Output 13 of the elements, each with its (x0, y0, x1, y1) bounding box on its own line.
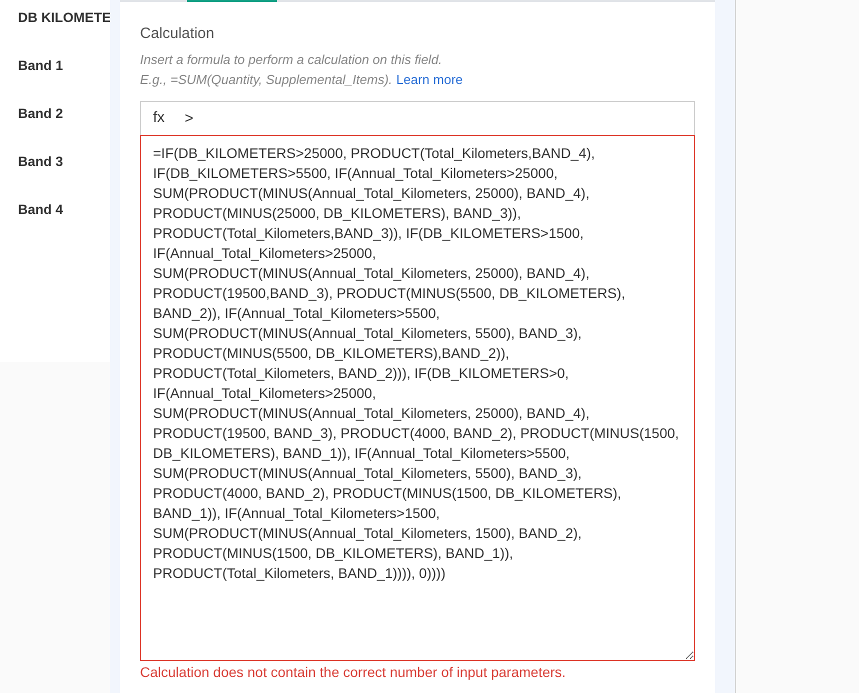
example-text: E.g., =SUM(Quantity, Supplemental_Items). (140, 71, 392, 89)
field-label: Band 4 (18, 201, 64, 219)
section-title: Calculation (140, 24, 214, 44)
fx-label: fx (153, 108, 165, 128)
error-message: Calculation does not contain the correct number of input parameters. (140, 663, 566, 682)
formula-field[interactable]: =IF(DB_KILOMETERS>25000, PRODUCT(Total_Kilometers,BAND_4), IF(DB_KILOMETERS>5500, IF(Annual_Total_Kilometers>25000, SUM(PRODUCT(MINUS(Annual_Total_Kilometers, 25000), BAND_4), PRODUCT(MINUS(25000, DB_KILOMETERS), BAND_3)), PRODUCT(Total_Kilometers,BAND_3)), IF(DB_KILOMETERS>1500, IF(Annual_Total_Kilometers>25000, SUM(PRODUCT(MINUS(Annual_Total_Kilometers, 25000), BAND_4), PRODUCT(19500,BAND_3), PRODUCT(MINUS(5500, DB_KILOMETERS), BAND_2)), IF(Annual_Total_Kilometers>5500, SUM(PRODUCT(MINUS(Annual_Total_Kilometers, 5500), BAND_3), PRODUCT(MINUS(5500, DB_KILOMETERS),BAND_2)), PRODUCT(Total_Kilometers, BAND_2))), IF(DB_KILOMETERS>0, IF(Annual_Total_Kilometers>25000, SUM(PRODUCT(MINUS(Annual_Total_Kilometers, 25000), BAND_4), PRODUCT(19500, BAND_3), PRODUCT(4000, BAND_2), PRODUCT(MINUS(1500, DB_KILOMETERS), BAND_1)), IF(Annual_Total_Kilometers>5500, SUM(PRODUCT(MINUS(Annual_Total_Kilometers, 5500), BAND_3), PRODUCT(4000, BAND_2), PRODUCT(MINUS(1500, DB_KILOMETERS), BAND_1)), IF(Annual_Total_Kilometers>1500, SUM(PRODUCT(MINUS(Annual_Total_Kilometers, 1500), BAND_2), PRODUCT(MINUS(1500, DB_KILOMETERS), BAND_1)), PRODUCT(Total_Kilometers, BAND_1)))), 0)))) (140, 135, 695, 661)
field-label: Band 1 (18, 57, 64, 75)
learn-more-link[interactable]: Learn more (396, 70, 463, 90)
field-label: DB KILOMETE (18, 9, 110, 27)
field-label: Band 3 (18, 153, 64, 171)
hint-text: Insert a formula to perform a calculation on this field. (140, 51, 442, 69)
field-label: Band 2 (18, 105, 64, 123)
expand-button[interactable]: > (184, 110, 194, 128)
